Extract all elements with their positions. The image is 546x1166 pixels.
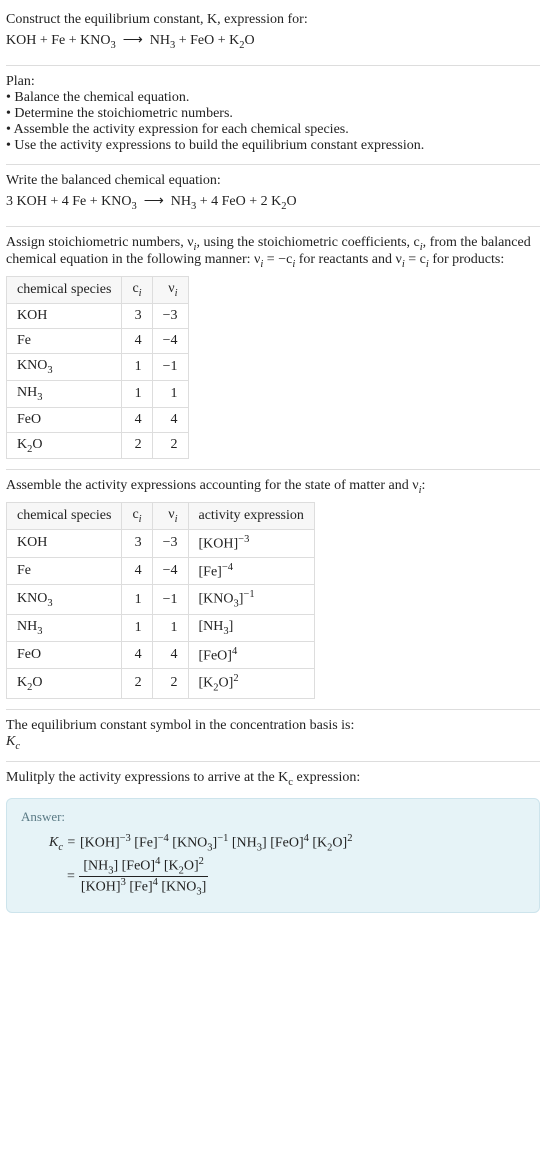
cell-activity: [KNO3]−1 [188, 585, 314, 614]
stoich-table: chemical species ci νi KOH3−3Fe4−4KNO31−… [6, 276, 189, 459]
col-vi: νi [152, 503, 188, 530]
table-row: Fe4−4 [7, 328, 189, 353]
cell-activity: [NH3] [188, 614, 314, 641]
activity-section: Assemble the activity expressions accoun… [6, 469, 540, 708]
cell-species: KNO3 [7, 353, 122, 380]
stoich-section: Assign stoichiometric numbers, νi, using… [6, 226, 540, 470]
cell-ci: 3 [122, 529, 152, 557]
balanced-title: Write the balanced chemical equation: [6, 173, 540, 189]
cell-vi: 4 [152, 641, 188, 669]
answer-label: Answer: [21, 809, 525, 825]
kc-symbol-section: The equilibrium constant symbol in the c… [6, 709, 540, 762]
plan-bullet: • Assemble the activity expression for e… [6, 122, 540, 138]
activity-table: chemical species ci νi activity expressi… [6, 502, 315, 698]
cell-species: K2O [7, 669, 122, 698]
cell-activity: [KOH]−3 [188, 529, 314, 557]
cell-ci: 1 [122, 380, 152, 407]
cell-species: FeO [7, 407, 122, 432]
cell-ci: 4 [122, 557, 152, 585]
fraction-denominator: [KOH]3 [Fe]4 [KNO3] [79, 877, 208, 897]
cell-species: Fe [7, 328, 122, 353]
cell-ci: 2 [122, 669, 152, 698]
equals-sign: = [67, 869, 75, 885]
fraction-numerator: [NH3] [FeO]4 [K2O]2 [79, 856, 208, 877]
table-row: K2O22[K2O]2 [7, 669, 315, 698]
cell-vi: 4 [152, 407, 188, 432]
plan-bullet: • Use the activity expressions to build … [6, 138, 540, 154]
col-species: chemical species [7, 503, 122, 530]
table-row: KNO31−1[KNO3]−1 [7, 585, 315, 614]
unbalanced-equation: KOH + Fe + KNO3 ⟶ NH3 + FeO + K2O [6, 32, 540, 51]
cell-vi: −3 [152, 529, 188, 557]
table-row: KOH3−3 [7, 303, 189, 328]
cell-ci: 1 [122, 353, 152, 380]
prompt-section: Construct the equilibrium constant, K, e… [6, 4, 540, 65]
cell-vi: 1 [152, 614, 188, 641]
cell-species: KOH [7, 529, 122, 557]
col-species: chemical species [7, 277, 122, 304]
stoich-intro: Assign stoichiometric numbers, νi, using… [6, 235, 540, 271]
table-header-row: chemical species ci νi [7, 277, 189, 304]
col-activity: activity expression [188, 503, 314, 530]
cell-vi: −1 [152, 353, 188, 380]
cell-ci: 4 [122, 641, 152, 669]
answer-math: Kc = [KOH]−3 [Fe]−4 [KNO3]−1 [NH3] [FeO]… [21, 833, 525, 897]
kc-flat-expression: [KOH]−3 [Fe]−4 [KNO3]−1 [NH3] [FeO]4 [K2… [80, 833, 352, 853]
multiply-text: Mulitply the activity expressions to arr… [6, 770, 540, 788]
kc-symbol-text: The equilibrium constant symbol in the c… [6, 718, 540, 734]
cell-ci: 4 [122, 328, 152, 353]
table-row: KNO31−1 [7, 353, 189, 380]
plan-bullet: • Balance the chemical equation. [6, 90, 540, 106]
plan-bullet: • Determine the stoichiometric numbers. [6, 106, 540, 122]
table-row: KOH3−3[KOH]−3 [7, 529, 315, 557]
table-header-row: chemical species ci νi activity expressi… [7, 503, 315, 530]
prompt-text: Construct the equilibrium constant, K, e… [6, 12, 540, 28]
kc-fraction: [NH3] [FeO]4 [K2O]2 [KOH]3 [Fe]4 [KNO3] [79, 856, 208, 898]
cell-activity: [K2O]2 [188, 669, 314, 698]
activity-intro: Assemble the activity expressions accoun… [6, 478, 540, 496]
col-ci: ci [122, 277, 152, 304]
cell-vi: 2 [152, 669, 188, 698]
table-row: K2O22 [7, 432, 189, 459]
col-vi: νi [152, 277, 188, 304]
cell-species: KOH [7, 303, 122, 328]
cell-vi: −1 [152, 585, 188, 614]
answer-box: Answer: Kc = [KOH]−3 [Fe]−4 [KNO3]−1 [NH… [6, 798, 540, 912]
cell-vi: −4 [152, 557, 188, 585]
plan-section: Plan: • Balance the chemical equation. •… [6, 65, 540, 164]
cell-vi: 2 [152, 432, 188, 459]
multiply-section: Mulitply the activity expressions to arr… [6, 761, 540, 798]
cell-vi: −3 [152, 303, 188, 328]
cell-species: Fe [7, 557, 122, 585]
cell-ci: 3 [122, 303, 152, 328]
cell-species: NH3 [7, 380, 122, 407]
table-row: NH311 [7, 380, 189, 407]
cell-species: NH3 [7, 614, 122, 641]
cell-ci: 1 [122, 585, 152, 614]
cell-activity: [Fe]−4 [188, 557, 314, 585]
balanced-section: Write the balanced chemical equation: 3 … [6, 164, 540, 226]
table-row: FeO44[FeO]4 [7, 641, 315, 669]
cell-activity: [FeO]4 [188, 641, 314, 669]
table-row: FeO44 [7, 407, 189, 432]
cell-ci: 4 [122, 407, 152, 432]
cell-species: FeO [7, 641, 122, 669]
cell-vi: −4 [152, 328, 188, 353]
cell-vi: 1 [152, 380, 188, 407]
cell-species: K2O [7, 432, 122, 459]
col-ci: ci [122, 503, 152, 530]
cell-ci: 1 [122, 614, 152, 641]
cell-ci: 2 [122, 432, 152, 459]
table-row: NH311[NH3] [7, 614, 315, 641]
kc-symbol: Kc [6, 734, 540, 752]
cell-species: KNO3 [7, 585, 122, 614]
kc-lhs: Kc = [49, 835, 76, 853]
table-row: Fe4−4[Fe]−4 [7, 557, 315, 585]
plan-title: Plan: [6, 74, 540, 90]
balanced-equation: 3 KOH + 4 Fe + KNO3 ⟶ NH3 + 4 FeO + 2 K2… [6, 193, 540, 212]
